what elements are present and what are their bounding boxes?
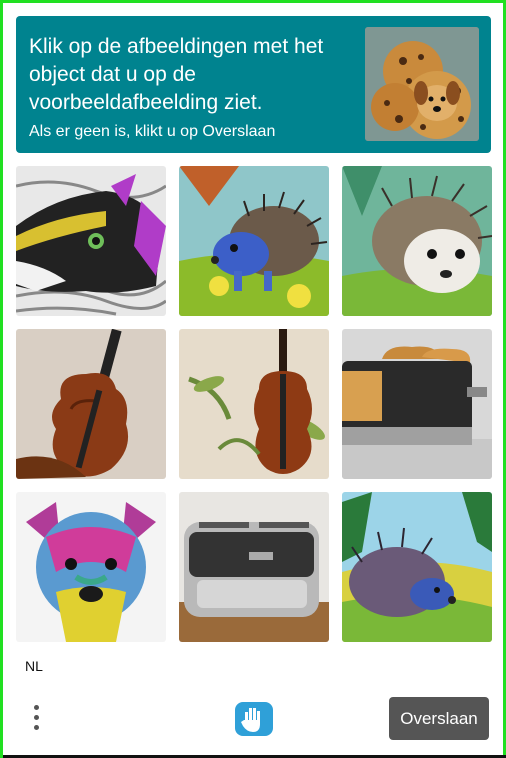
toaster-image: [179, 492, 329, 642]
challenge-footer: Overslaan: [3, 693, 503, 748]
grid-tile-6[interactable]: [342, 329, 492, 479]
vertical-dots-icon[interactable]: [28, 701, 44, 735]
toaster-image: [342, 329, 492, 479]
hedgehog-image: [179, 166, 329, 316]
zebra-dog-image: [16, 166, 166, 316]
captcha-frame: Klik op de afbeeldingen met het object d…: [0, 0, 506, 758]
language-selector[interactable]: NL: [25, 658, 43, 674]
challenge-header: Klik op de afbeeldingen met het object d…: [16, 16, 491, 153]
grid-tile-3[interactable]: [342, 166, 492, 316]
violin-image: [16, 329, 166, 479]
grid-tile-9[interactable]: [342, 492, 492, 642]
grid-tile-1[interactable]: [16, 166, 166, 316]
hedgehog-image: [342, 166, 492, 316]
grid-tile-7[interactable]: [16, 492, 166, 642]
hand-logo-icon[interactable]: [233, 700, 275, 738]
grid-tile-4[interactable]: [16, 329, 166, 479]
violin-image: [179, 329, 329, 479]
grid-tile-2[interactable]: [179, 166, 329, 316]
hedgehog-image: [342, 492, 492, 642]
grid-tile-5[interactable]: [179, 329, 329, 479]
challenge-subtitle: Als er geen is, klikt u op Overslaan: [29, 123, 276, 140]
challenge-title: Klik op de afbeeldingen met het object d…: [29, 35, 324, 114]
sample-image: [365, 27, 479, 141]
skip-button[interactable]: Overslaan: [389, 697, 489, 740]
colorful-dog-image: [16, 492, 166, 642]
grid-tile-8[interactable]: [179, 492, 329, 642]
